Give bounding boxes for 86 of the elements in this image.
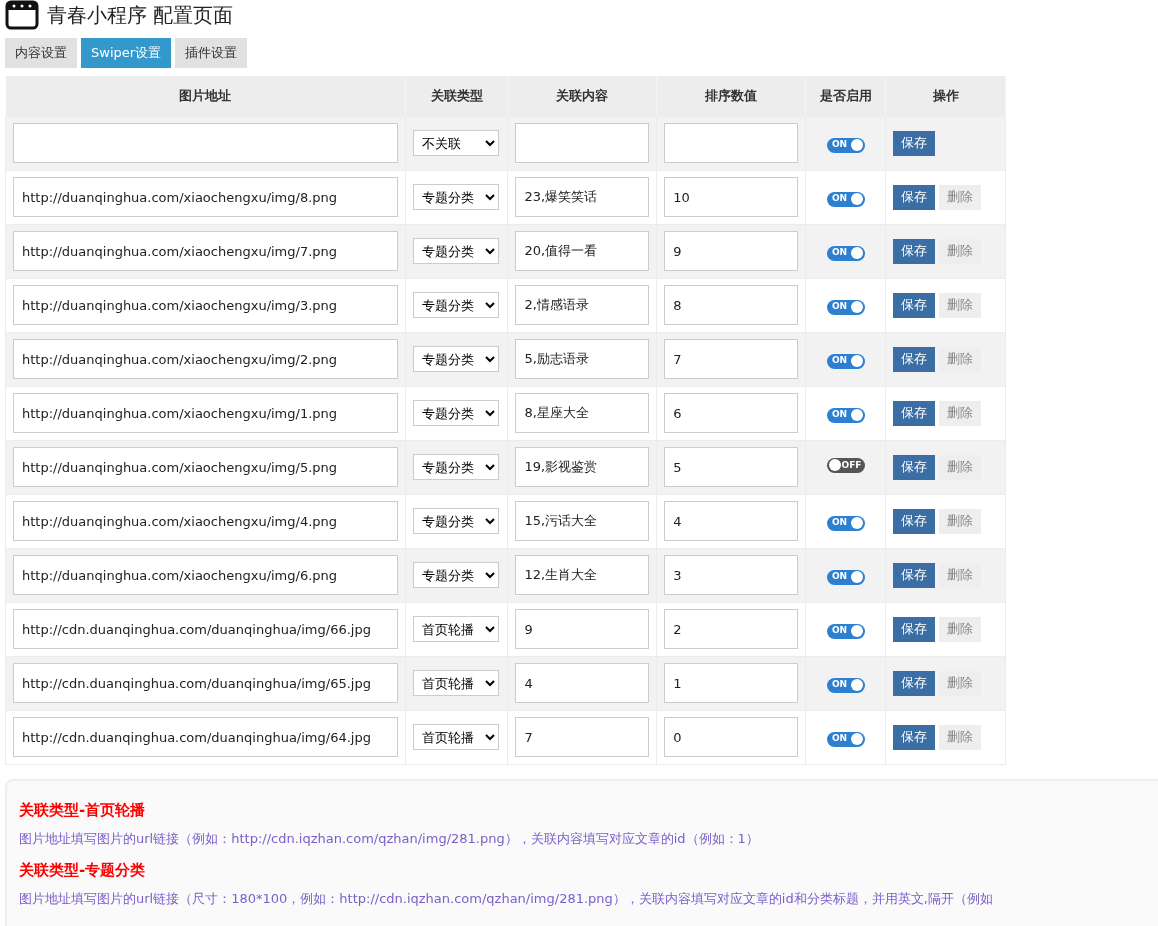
save-button[interactable]: 保存	[893, 346, 935, 372]
order-field[interactable]: 3	[664, 555, 799, 595]
order-field[interactable]: 5	[664, 447, 799, 487]
url-field[interactable]: http://cdn.duanqinghua.com/duanqinghua/img/66.jpg	[13, 609, 399, 649]
order-field[interactable]: 1	[664, 663, 799, 703]
toggle-switch[interactable]: OFF	[826, 457, 865, 473]
type-select[interactable]: 首页轮播	[413, 724, 500, 750]
toggle-switch[interactable]: ON	[826, 623, 865, 639]
type-select[interactable]: 首页轮播	[413, 670, 500, 696]
note-heading: 关联类型-首页轮播	[19, 799, 147, 821]
content-field[interactable]: 19,影视鉴赏	[515, 447, 650, 487]
column-header: 操作	[932, 88, 959, 103]
page-title: 青春小程序 配置页面	[47, 2, 234, 29]
column-header: 是否启用	[819, 88, 872, 103]
url-field[interactable]: http://duanqinghua.com/xiaochengxu/img/8.png	[13, 177, 399, 217]
type-select[interactable]: 专题分类	[413, 238, 500, 264]
toggle-switch[interactable]: ON	[826, 353, 865, 369]
column-header: 关联类型	[430, 88, 483, 103]
order-field[interactable]: 8	[664, 285, 799, 325]
toggle-switch[interactable]: ON	[826, 515, 865, 531]
save-button[interactable]: 保存	[893, 724, 935, 750]
order-field[interactable]: 9	[664, 231, 799, 271]
save-button[interactable]: 保存	[893, 562, 935, 588]
column-header: 图片地址	[179, 88, 232, 103]
content-field[interactable]: 5,励志语录	[515, 339, 650, 379]
url-field[interactable]	[13, 123, 399, 163]
content-field[interactable]: 8,星座大全	[515, 393, 650, 433]
order-field[interactable]: 7	[664, 339, 799, 379]
content-field[interactable]: 23,爆笑笑话	[515, 177, 650, 217]
content-field[interactable]: 4	[515, 663, 650, 703]
toggle-switch[interactable]: ON	[826, 191, 865, 207]
toggle-switch[interactable]: ON	[826, 245, 865, 261]
order-field[interactable]: 0	[664, 717, 799, 757]
content-field[interactable]	[515, 123, 650, 163]
toggle-switch[interactable]: ON	[826, 569, 865, 585]
type-select[interactable]: 专题分类	[413, 184, 500, 210]
column-header: 关联内容	[556, 88, 609, 103]
type-select[interactable]: 首页轮播	[413, 616, 500, 642]
save-button[interactable]: 保存	[893, 184, 935, 210]
content-field[interactable]: 12,生肖大全	[515, 555, 650, 595]
toggle-switch[interactable]: ON	[826, 677, 865, 693]
content-field[interactable]: 9	[515, 609, 650, 649]
type-select[interactable]: 不关联	[413, 130, 500, 156]
tab[interactable]: 插件设置	[175, 38, 248, 68]
order-field[interactable]: 4	[664, 501, 799, 541]
note-text: 图片地址填写图片的url链接（例如：http://cdn.iqzhan.com/qzhan/img/281.png），关联内容填写对应文章的id（例如：1）	[19, 830, 760, 848]
type-select[interactable]: 专题分类	[413, 508, 500, 534]
save-button[interactable]: 保存	[893, 130, 935, 156]
note-text: 图片地址填写图片的url链接（尺寸：180*100，例如：http://cdn.iqzhan.com/qzhan/img/281.png），关联内容填写对应文章的id和分类标题，并用英文,隔开（例如	[19, 890, 994, 908]
url-field[interactable]: http://duanqinghua.com/xiaochengxu/img/4.png	[13, 501, 399, 541]
url-field[interactable]: http://cdn.duanqinghua.com/duanqinghua/img/64.jpg	[13, 717, 399, 757]
type-select[interactable]: 专题分类	[413, 400, 500, 426]
tab[interactable]: 内容设置	[5, 38, 77, 68]
url-field[interactable]: http://duanqinghua.com/xiaochengxu/img/1.png	[13, 393, 399, 433]
content-field[interactable]: 7	[515, 717, 650, 757]
content-field[interactable]: 20,值得一看	[515, 231, 650, 271]
order-field[interactable]: 2	[664, 609, 799, 649]
toggle-switch[interactable]: ON	[826, 731, 865, 747]
order-field[interactable]: 10	[664, 177, 799, 217]
order-field[interactable]: 6	[664, 393, 799, 433]
type-select[interactable]: 专题分类	[413, 454, 500, 480]
save-button[interactable]: 保存	[893, 400, 935, 426]
column-header: 排序数值	[705, 88, 758, 103]
save-button[interactable]: 保存	[893, 616, 935, 642]
url-field[interactable]: http://cdn.duanqinghua.com/duanqinghua/img/65.jpg	[13, 663, 399, 703]
calendar-icon	[5, 0, 39, 30]
save-button[interactable]: 保存	[893, 670, 935, 696]
type-select[interactable]: 专题分类	[413, 292, 500, 318]
save-button[interactable]: 保存	[893, 454, 935, 480]
url-field[interactable]: http://duanqinghua.com/xiaochengxu/img/7.png	[13, 231, 399, 271]
url-field[interactable]: http://duanqinghua.com/xiaochengxu/img/5.png	[13, 447, 399, 487]
note-heading: 关联类型-专题分类	[19, 859, 147, 881]
url-field[interactable]: http://duanqinghua.com/xiaochengxu/img/2.png	[13, 339, 399, 379]
type-select[interactable]: 专题分类	[413, 346, 500, 372]
toggle-switch[interactable]: ON	[826, 137, 865, 153]
content-field[interactable]: 15,污话大全	[515, 501, 650, 541]
save-button[interactable]: 保存	[893, 292, 935, 318]
content-field[interactable]: 2,情感语录	[515, 285, 650, 325]
url-field[interactable]: http://duanqinghua.com/xiaochengxu/img/6.png	[13, 555, 399, 595]
toggle-switch[interactable]: ON	[826, 299, 865, 315]
save-button[interactable]: 保存	[893, 508, 935, 534]
type-select[interactable]: 专题分类	[413, 562, 500, 588]
url-field[interactable]: http://duanqinghua.com/xiaochengxu/img/3.png	[13, 285, 399, 325]
toggle-switch[interactable]: ON	[826, 407, 865, 423]
order-field[interactable]	[664, 123, 799, 163]
save-button[interactable]: 保存	[893, 238, 935, 264]
